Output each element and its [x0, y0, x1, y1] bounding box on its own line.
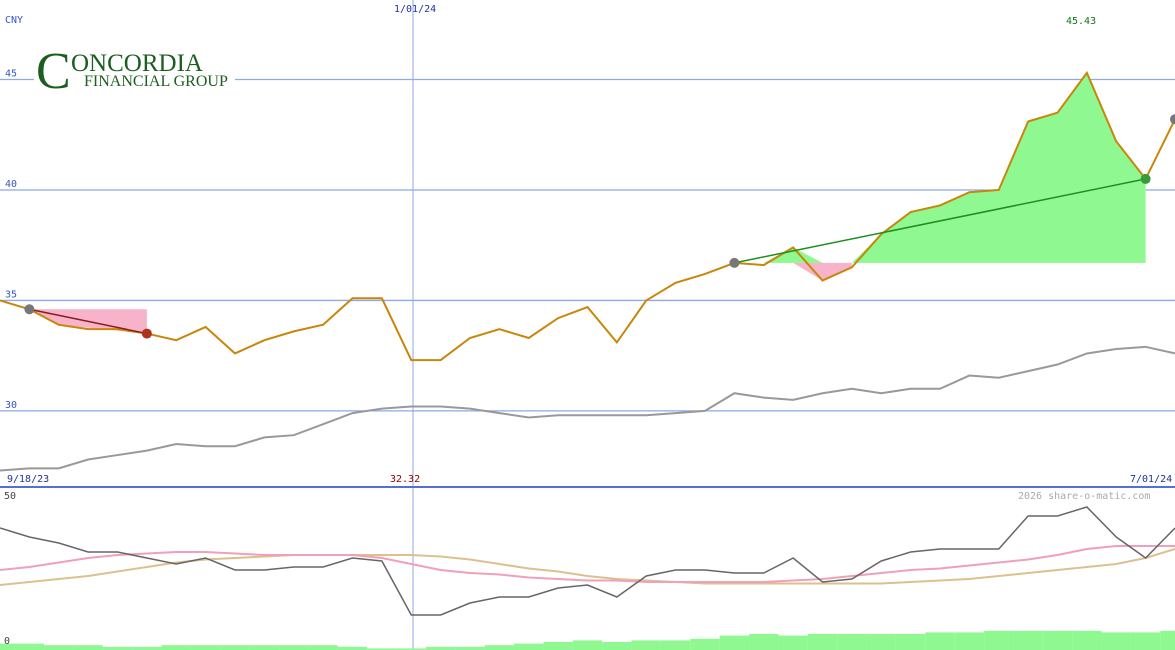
volume-bar	[190, 645, 221, 650]
volume-bar	[925, 632, 955, 650]
up-trend-fill	[734, 72, 1146, 263]
volume-bar	[778, 635, 808, 650]
volume-bar	[749, 634, 779, 650]
volume-bar	[1130, 632, 1161, 650]
oscillator-line	[0, 506, 1175, 616]
volume-bar	[14, 643, 45, 650]
marker-last	[1170, 114, 1175, 125]
volume-bar	[719, 635, 750, 650]
volume-bar	[866, 634, 896, 650]
marker-down-end	[141, 328, 152, 339]
volume-bar	[690, 638, 720, 650]
volume-bar	[1042, 630, 1073, 650]
oscillator-top-label: 50	[4, 491, 16, 502]
watermark: 2026 share-o-matic.com	[1018, 491, 1150, 502]
concordia-logo: C ONCORDIA FINANCIAL GROUP	[36, 43, 228, 100]
volume-bar	[807, 634, 838, 650]
marker-down-start	[24, 304, 35, 315]
volume-bar	[1101, 632, 1131, 650]
volume-bar	[984, 630, 1014, 650]
volume-bar	[44, 645, 74, 650]
volume-bar	[1013, 630, 1043, 650]
volume-bar	[249, 645, 280, 650]
volume-bar	[602, 642, 632, 650]
ytick-label-35: 35	[5, 289, 17, 300]
volume-bar	[1160, 630, 1175, 650]
volume-bar	[660, 640, 691, 650]
volume-bar	[161, 645, 191, 650]
volume-bar	[514, 643, 544, 650]
volume-bar	[572, 640, 603, 650]
stock-chart: 30 35 40 45 CNY 1/01/24 9/18/23 7/01/24 32.…	[0, 0, 1175, 650]
volume-bar	[837, 634, 867, 650]
volume-bar	[954, 632, 985, 650]
oscillator-bottom-label: 0	[4, 636, 10, 647]
volume-bars	[0, 630, 1175, 650]
logo-line2: FINANCIAL GROUP	[84, 73, 228, 90]
volume-bar	[543, 642, 573, 650]
oscillator-panel	[0, 506, 1175, 616]
trend-fills	[29, 72, 1146, 334]
volume-bar	[1072, 630, 1102, 650]
volume-bar	[308, 645, 338, 650]
date-mid-label: 1/01/24	[394, 4, 436, 15]
min-value-label: 32.32	[390, 474, 420, 485]
volume-bar	[895, 634, 926, 650]
currency-label: CNY	[5, 15, 23, 26]
marker-up-end	[1140, 173, 1151, 184]
moving-average-line	[0, 345, 1175, 472]
volume-bar	[73, 645, 103, 650]
ytick-label-45: 45	[5, 69, 17, 80]
volume-bar	[484, 645, 515, 650]
logo-initial: C	[36, 43, 71, 100]
date-start-label: 9/18/23	[7, 474, 49, 485]
date-end-label: 7/01/24	[1130, 474, 1172, 485]
volume-bar	[279, 645, 309, 650]
volume-bar	[631, 640, 661, 650]
volume-bar	[220, 645, 250, 650]
marker-up-start	[729, 257, 740, 268]
ytick-label-40: 40	[5, 179, 17, 190]
ytick-label-30: 30	[5, 400, 17, 411]
axis-labels: CNY 1/01/24 9/18/23 7/01/24 32.32 45.43 …	[4, 4, 1172, 647]
max-value-label: 45.43	[1066, 16, 1096, 27]
